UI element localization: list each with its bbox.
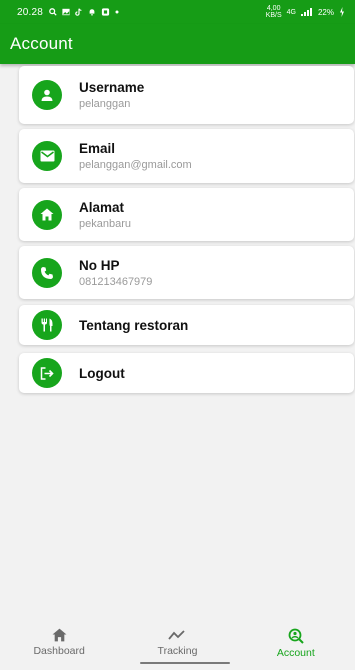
tiktok-icon [75, 8, 82, 16]
battery-icon [340, 7, 344, 17]
trending-icon [168, 630, 186, 640]
account-search-icon [288, 628, 304, 644]
nav-account-label: Account [276, 647, 315, 659]
no-hp-item[interactable]: No HP 081213467979 [19, 246, 354, 299]
tentang-restoran-label: Tentang restoran [79, 317, 189, 333]
phone-icon [32, 257, 62, 288]
tentang-restoran-item[interactable]: Tentang restoran [19, 305, 354, 345]
restaurant-icon [32, 310, 62, 340]
username-label: Username [79, 80, 145, 95]
logout-label: Logout [79, 365, 125, 381]
app-bar: Account [0, 24, 355, 64]
notification-icon [89, 9, 95, 16]
gallery-icon [62, 8, 70, 16]
bottom-navigation: Dashboard Tracking Account [0, 622, 355, 670]
username-value: pelanggan [79, 98, 131, 110]
status-time: 20.28 [17, 6, 44, 18]
alamat-label: Alamat [79, 199, 125, 215]
email-item[interactable]: Email pelanggan@gmail.com [19, 129, 354, 183]
alamat-item[interactable]: Alamat pekanbaru [19, 188, 354, 241]
battery-level: 22% [317, 7, 334, 17]
no-hp-label: No HP [79, 257, 120, 273]
network-type: 4G [286, 8, 296, 16]
home-indicator [140, 662, 230, 664]
email-label: Email [79, 141, 116, 156]
nav-dashboard[interactable]: Dashboard [0, 622, 118, 670]
person-icon [32, 80, 62, 110]
logout-item[interactable]: Logout [19, 353, 354, 393]
home-icon [32, 199, 62, 230]
home-icon [52, 628, 67, 642]
nav-dashboard-label: Dashboard [33, 645, 85, 657]
alamat-value: pekanbaru [79, 217, 131, 230]
username-item[interactable]: Username pelanggan [19, 66, 354, 124]
signal-icon [300, 8, 312, 16]
email-icon [32, 141, 62, 171]
app-icon [101, 8, 110, 16]
nav-tracking-label: Tracking [157, 645, 198, 657]
no-hp-value: 081213467979 [79, 275, 153, 288]
page-title: Account [10, 34, 73, 53]
network-speed: 4,00 KB/S [265, 5, 282, 19]
logout-icon [32, 358, 62, 388]
search-icon [49, 8, 57, 16]
status-bar: 20.28 4,00 KB/S 4G 22% [0, 0, 355, 24]
email-value: pelanggan@gmail.com [79, 159, 192, 171]
dot-icon [115, 10, 119, 14]
nav-account[interactable]: Account [237, 622, 355, 670]
